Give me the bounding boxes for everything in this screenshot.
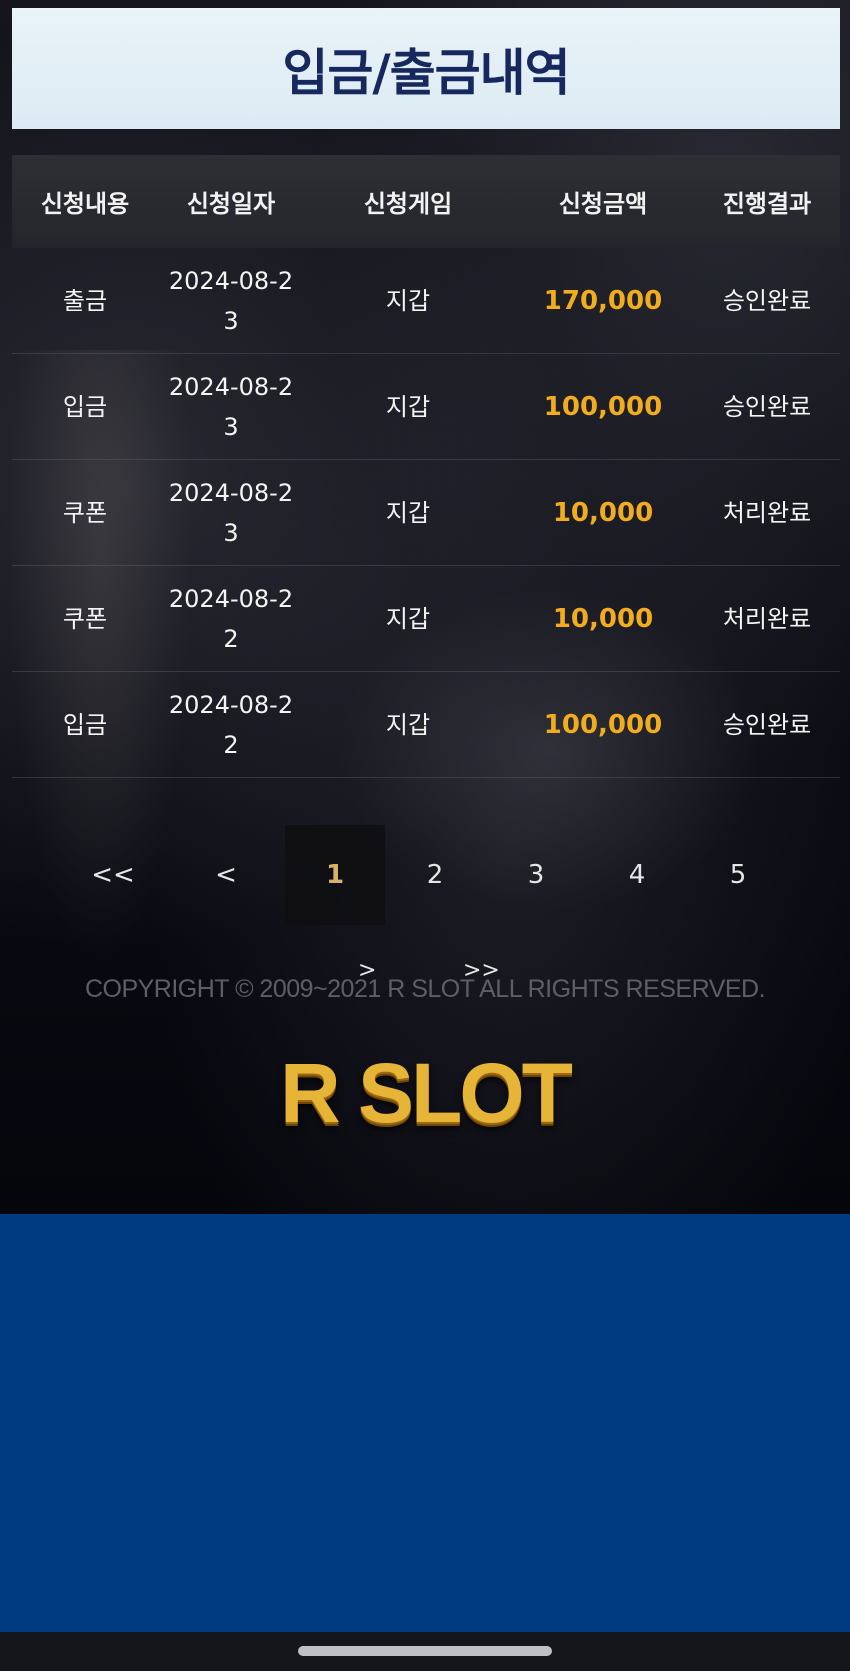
cell-game: 지갑 <box>385 392 431 421</box>
cell-status: 승인완료 <box>722 710 812 739</box>
transaction-table: 신청내용 신청일자 신청게임 신청금액 진행결과 출금 2024-08-23 지… <box>12 155 840 778</box>
cell-status: 승인완료 <box>722 392 812 421</box>
cell-amount: 10,000 <box>552 497 654 528</box>
brand-logo: R SLOT <box>0 1045 850 1142</box>
cell-type: 입금 <box>62 392 108 421</box>
pagination: << < 1 2 3 4 5 <box>0 825 850 925</box>
cell-type: 쿠폰 <box>62 498 108 527</box>
page-link-2[interactable]: 2 <box>385 825 485 925</box>
cell-status: 승인완료 <box>722 286 812 315</box>
cell-game: 지갑 <box>385 286 431 315</box>
column-header-game: 신청게임 <box>363 190 453 218</box>
table-row: 입금 2024-08-23 지갑 100,000 승인완료 <box>12 354 840 460</box>
page-link-1[interactable]: 1 <box>285 825 385 925</box>
cell-game: 지갑 <box>385 604 431 633</box>
cell-type: 쿠폰 <box>62 604 108 633</box>
cell-date: 2024-08-23 <box>168 266 294 335</box>
cell-status: 처리완료 <box>722 498 812 527</box>
table-header: 신청내용 신청일자 신청게임 신청금액 진행결과 <box>12 155 840 248</box>
cell-date: 2024-08-23 <box>168 372 294 441</box>
first-page-link[interactable]: << <box>63 825 163 925</box>
logo-text: R SLOT <box>280 1046 573 1140</box>
cell-amount: 100,000 <box>543 709 663 740</box>
cell-date: 2024-08-22 <box>168 584 294 653</box>
column-header-date: 신청일자 <box>186 190 276 218</box>
home-indicator[interactable] <box>298 1646 552 1656</box>
cell-date: 2024-08-23 <box>168 478 294 547</box>
cell-amount: 100,000 <box>543 391 663 422</box>
table-row: 쿠폰 2024-08-23 지갑 10,000 처리완료 <box>12 460 840 566</box>
cell-game: 지갑 <box>385 498 431 527</box>
column-header-type: 신청내용 <box>40 190 130 218</box>
cell-date: 2024-08-22 <box>168 690 294 759</box>
page-title: 입금/출금내역 <box>282 43 570 102</box>
cell-game: 지갑 <box>385 710 431 739</box>
column-header-status: 진행결과 <box>722 190 812 218</box>
copyright-text: COPYRIGHT © 2009~2021 R SLOT ALL RIGHTS … <box>84 975 766 1003</box>
page-link-4[interactable]: 4 <box>587 825 687 925</box>
cell-amount: 170,000 <box>543 285 663 316</box>
table-row: 입금 2024-08-22 지갑 100,000 승인완료 <box>12 672 840 778</box>
cell-amount: 10,000 <box>552 603 654 634</box>
table-row: 출금 2024-08-23 지갑 170,000 승인완료 <box>12 248 840 354</box>
cell-type: 입금 <box>62 710 108 739</box>
page-header: 입금/출금내역 <box>12 8 840 129</box>
page-link-3[interactable]: 3 <box>486 825 586 925</box>
table-row: 쿠폰 2024-08-22 지갑 10,000 처리완료 <box>12 566 840 672</box>
cell-status: 처리완료 <box>722 604 812 633</box>
page-link-5[interactable]: 5 <box>688 825 788 925</box>
column-header-amount: 신청금액 <box>558 190 648 218</box>
cell-type: 출금 <box>62 286 108 315</box>
prev-page-link[interactable]: < <box>176 825 276 925</box>
